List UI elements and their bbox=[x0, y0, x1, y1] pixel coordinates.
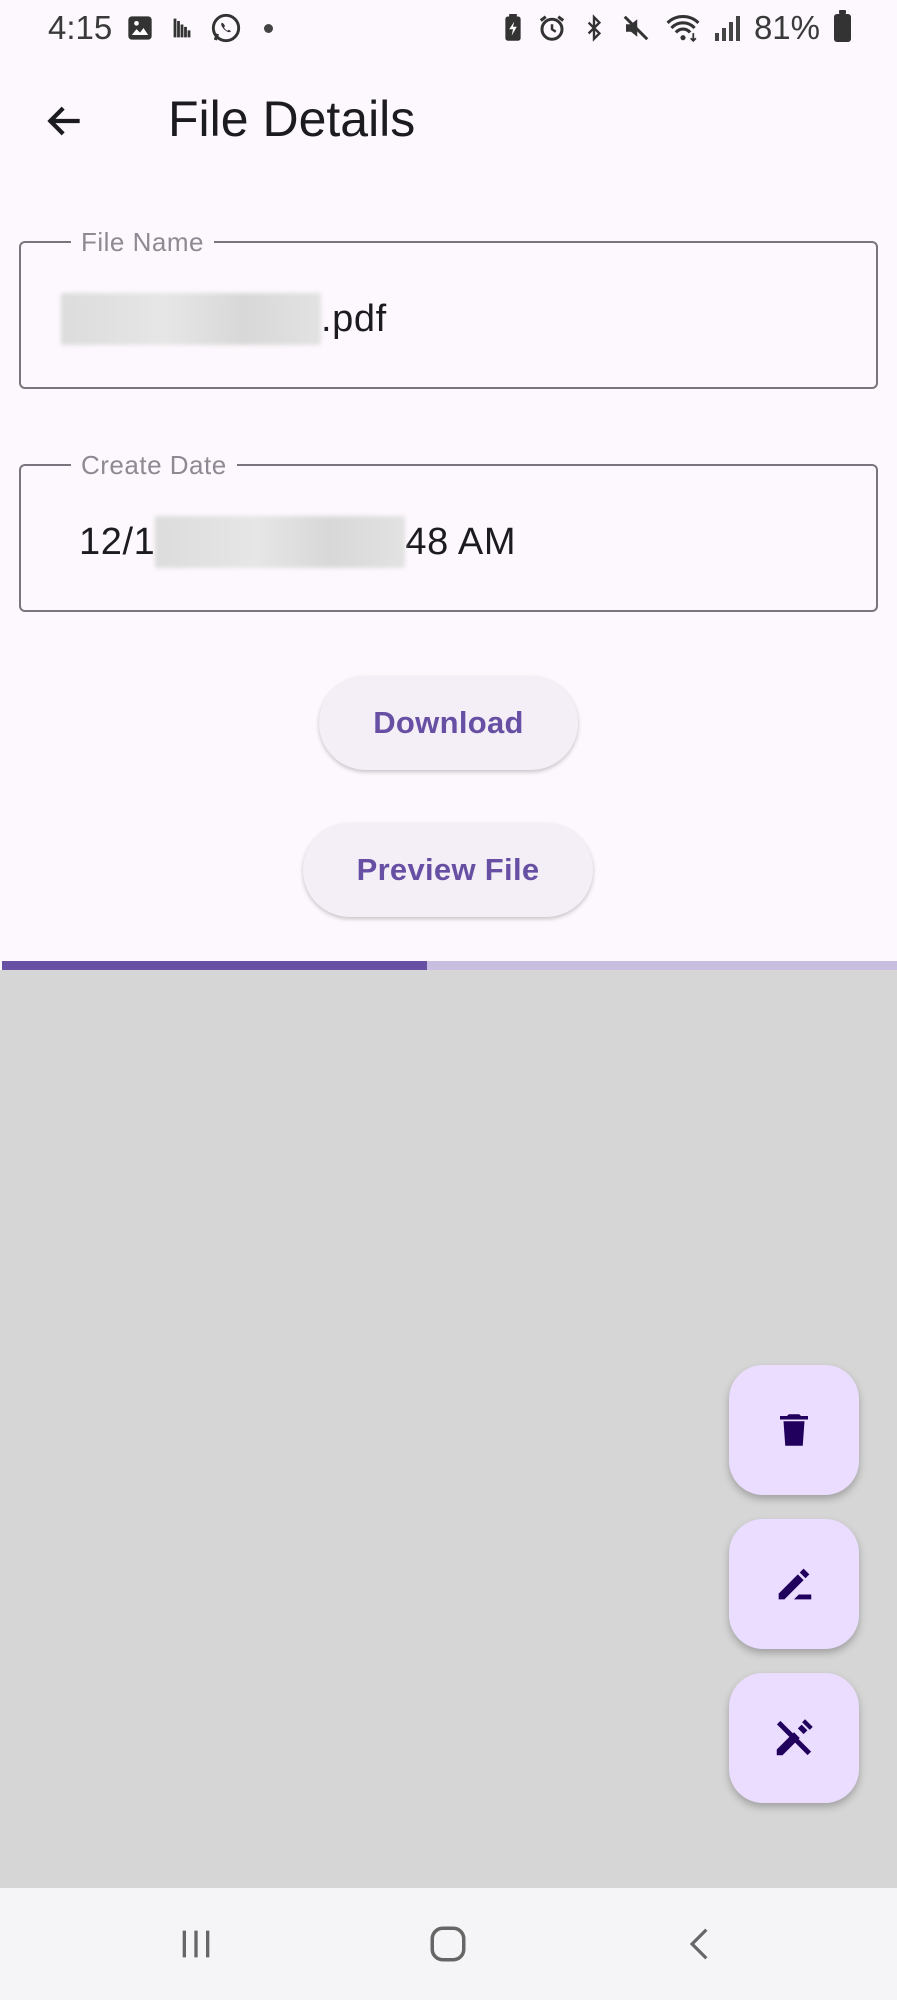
redacted-filename bbox=[61, 293, 321, 345]
file-name-suffix: .pdf bbox=[321, 297, 387, 340]
status-right: 81% bbox=[503, 9, 851, 47]
app-bar: File Details bbox=[0, 70, 897, 170]
progress-fill bbox=[2, 961, 428, 970]
alarm-icon bbox=[537, 13, 567, 43]
recent-apps-icon bbox=[182, 1930, 210, 1958]
arrow-back-icon bbox=[47, 106, 80, 136]
create-date-field[interactable]: Create Date 12/1 48 AM bbox=[19, 450, 878, 612]
delete-fab[interactable] bbox=[729, 1365, 859, 1495]
wifi-icon bbox=[665, 13, 701, 43]
delete-icon bbox=[780, 1414, 808, 1446]
home-icon bbox=[430, 1926, 466, 1962]
page-title: File Details bbox=[168, 91, 416, 147]
nav-back-button[interactable] bbox=[660, 1912, 740, 1976]
battery-saver-icon bbox=[503, 14, 523, 42]
preview-file-button[interactable]: Preview File bbox=[303, 823, 593, 917]
edit-off-fab[interactable] bbox=[729, 1673, 859, 1803]
bluetooth-icon bbox=[581, 13, 607, 43]
battery-icon bbox=[834, 10, 851, 42]
file-name-field[interactable]: File Name .pdf bbox=[19, 227, 878, 389]
mute-icon bbox=[621, 13, 651, 43]
system-nav-bar bbox=[0, 1888, 897, 2000]
edit-off-icon bbox=[776, 1719, 813, 1756]
create-date-suffix: 48 AM bbox=[405, 520, 517, 563]
home-button[interactable] bbox=[408, 1912, 488, 1976]
create-date-prefix: 12/1 bbox=[79, 520, 156, 563]
file-name-label: File Name bbox=[71, 227, 214, 258]
create-date-value: 12/1 48 AM bbox=[79, 516, 516, 568]
status-bar: 4:15 81% bbox=[0, 0, 897, 56]
whatsapp-icon bbox=[210, 12, 242, 44]
status-left: 4:15 bbox=[48, 9, 274, 47]
signal-icon bbox=[714, 15, 740, 41]
recent-apps-button[interactable] bbox=[156, 1912, 236, 1976]
file-name-value: .pdf bbox=[61, 293, 387, 345]
notification-dot bbox=[264, 23, 274, 33]
progress-bar bbox=[2, 961, 897, 970]
edit-fab[interactable] bbox=[729, 1519, 859, 1649]
create-date-label: Create Date bbox=[71, 450, 237, 481]
redacted-date bbox=[155, 516, 406, 568]
weather-icon bbox=[168, 14, 196, 42]
back-icon bbox=[689, 1928, 708, 1960]
battery-percent: 81% bbox=[753, 9, 820, 46]
edit-icon bbox=[778, 1568, 812, 1600]
back-button[interactable] bbox=[30, 86, 100, 156]
download-button[interactable]: Download bbox=[319, 676, 578, 770]
status-time: 4:15 bbox=[48, 9, 113, 46]
gallery-icon bbox=[126, 14, 154, 42]
